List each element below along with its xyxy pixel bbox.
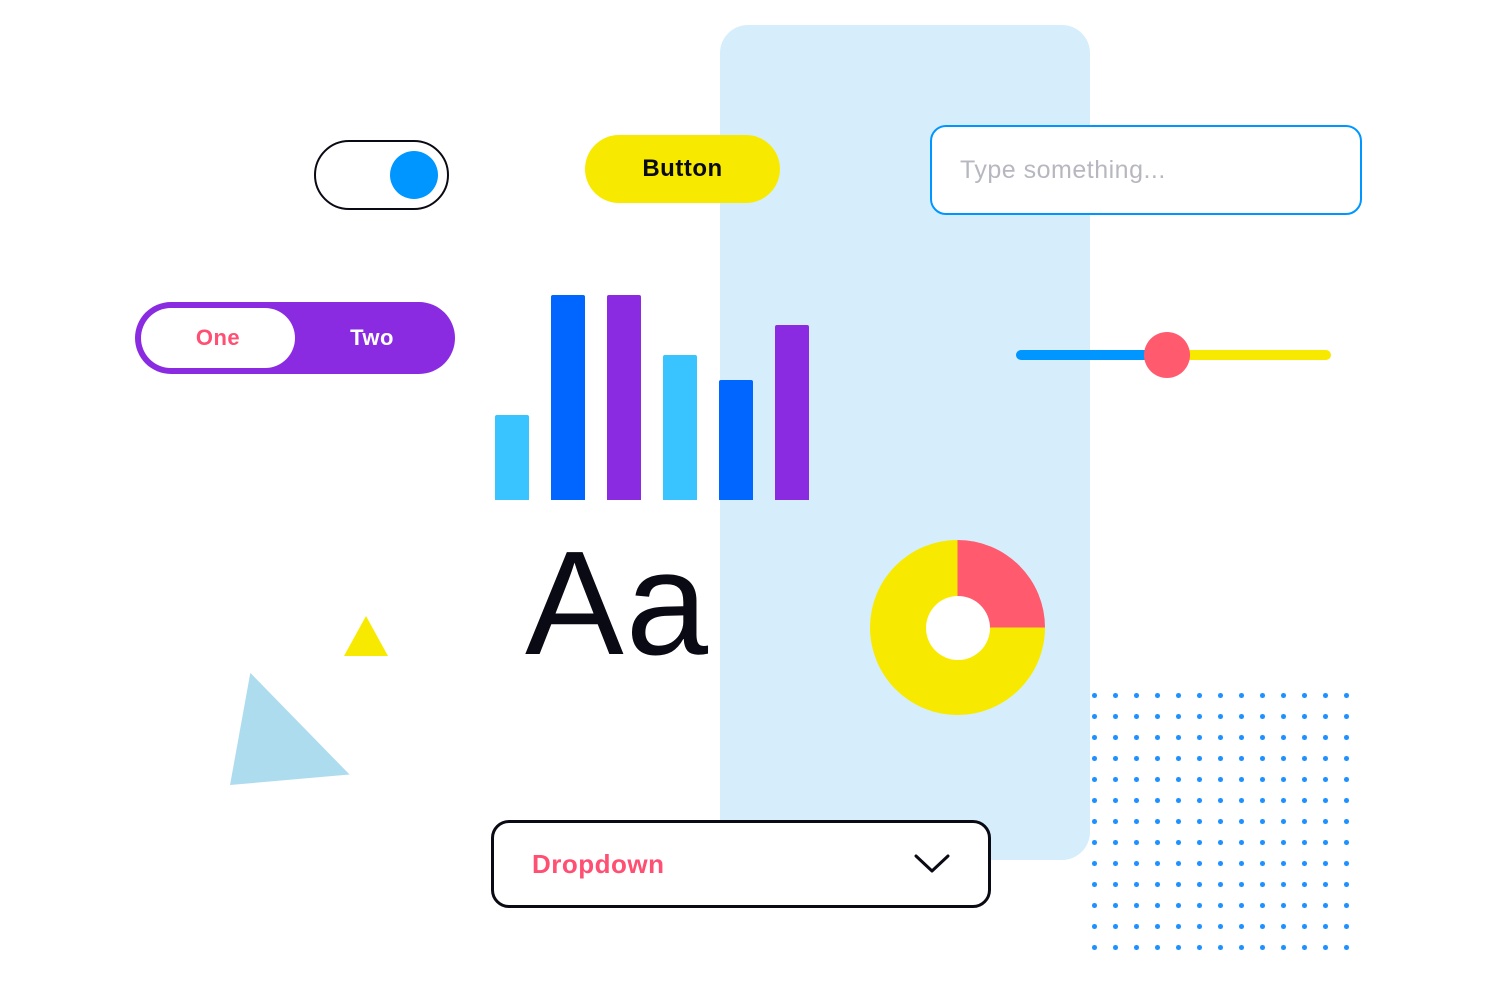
slider-thumb[interactable] <box>1144 332 1190 378</box>
donut-chart <box>870 540 1045 715</box>
typography-sample: Aa <box>525 530 710 678</box>
text-input[interactable]: Type something... <box>930 125 1362 215</box>
slider[interactable] <box>1016 350 1331 360</box>
dot-grid-decoration <box>1084 685 1354 955</box>
triangle-icon <box>220 665 349 785</box>
segment-one[interactable]: One <box>141 308 295 368</box>
button-label: Button <box>642 155 722 183</box>
bar-chart <box>495 290 855 500</box>
toggle-knob <box>390 151 438 199</box>
primary-button[interactable]: Button <box>585 135 780 203</box>
design-canvas: Button Type something... One Two Aa Drop… <box>0 0 1500 1000</box>
segmented-control[interactable]: One Two <box>135 302 455 374</box>
bar <box>719 380 753 500</box>
segment-label: Two <box>350 325 394 351</box>
bar <box>551 295 585 500</box>
input-placeholder: Type something... <box>960 156 1166 185</box>
dropdown[interactable]: Dropdown <box>491 820 991 908</box>
slider-track-empty <box>1167 350 1331 360</box>
bar <box>495 415 529 500</box>
segment-two[interactable]: Two <box>295 308 449 368</box>
dropdown-label: Dropdown <box>532 849 665 880</box>
bar <box>607 295 641 500</box>
triangle-icon <box>344 616 388 656</box>
segment-label: One <box>196 325 240 351</box>
bar <box>663 355 697 500</box>
chevron-down-icon <box>914 854 950 874</box>
toggle-switch[interactable] <box>314 140 449 210</box>
bar <box>775 325 809 500</box>
